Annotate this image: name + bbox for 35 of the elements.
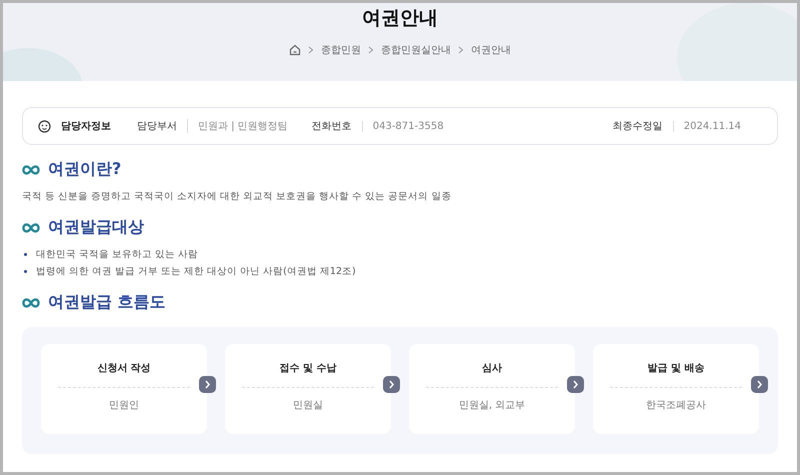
step-title: 신청서 작성 [97, 362, 151, 375]
infinity-icon [22, 164, 40, 174]
list-item: 대한민국 국적을 보유하고 있는 사람 [36, 248, 198, 261]
step-actor: 한국조폐공사 [646, 399, 706, 412]
info-title: 담당자정보 [61, 120, 111, 133]
step-actor: 민원실 [293, 399, 323, 412]
chevron-icon [308, 46, 314, 54]
infinity-icon [22, 222, 40, 232]
chevron-icon [368, 46, 374, 54]
step-title: 접수 및 수납 [280, 362, 336, 375]
section-heading: 여권발급대상 [48, 217, 144, 238]
updated-label: 최종수정일 [612, 120, 663, 133]
step-actor: 민원실, 외교부 [458, 399, 526, 412]
description-text: 국적 등 신분을 증명하고 국적국이 소지자에 대한 외교적 보호권을 행사할 수 있는 공문서의 일종 [22, 190, 452, 203]
list-item: 법령에 의한 여권 발급 거부 또는 제한 대상이 아닌 사람(여권법 제12조) [36, 265, 356, 278]
home-icon[interactable] [289, 44, 301, 56]
breadcrumb-link[interactable]: 종합민원 [321, 43, 361, 57]
department-label: 담당부서 [137, 120, 177, 133]
infinity-icon [22, 298, 40, 308]
step-actor: 민원인 [109, 399, 139, 412]
bullet-icon [24, 253, 27, 256]
phone-value: 043-871-3558 [362, 120, 444, 132]
person-icon [38, 120, 51, 132]
department-value: 민원과 | 민원행정팀 [187, 119, 288, 133]
updated-value: 2024.11.14 [672, 120, 741, 132]
breadcrumb-link[interactable]: 여권안내 [471, 43, 511, 57]
chevron-icon [458, 46, 464, 54]
step-title: 발급 및 배송 [648, 362, 704, 375]
section-heading: 여권발급 흐름도 [48, 292, 166, 313]
phone-label: 전화번호 [312, 120, 352, 133]
breadcrumb-link[interactable]: 종합민원실안내 [381, 43, 451, 57]
step-title: 심사 [482, 362, 502, 375]
page-title: 여권안내 [362, 6, 438, 31]
section-heading: 여권이란? [48, 159, 122, 180]
bullet-icon [24, 270, 27, 273]
